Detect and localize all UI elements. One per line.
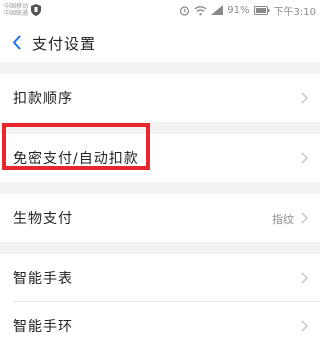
alarm-icon [180, 5, 190, 16]
battery-percent: 91% [227, 4, 250, 16]
chevron-right-icon [301, 152, 308, 164]
battery-icon [253, 5, 270, 15]
setting-row-smart-watch[interactable]: 智能手表 [0, 254, 320, 302]
section-gap [0, 62, 320, 74]
setting-label: 智能手环 [13, 319, 73, 335]
setting-label: 智能手表 [13, 271, 73, 287]
chevron-right-icon [301, 212, 308, 224]
back-button[interactable] [5, 29, 27, 55]
settings-list: 扣款顺序 免密支付/自动扣款 生物支付 指纹 智能手表 智能手环 [0, 74, 320, 350]
section-gap [0, 122, 320, 134]
setting-row-deduction-order[interactable]: 扣款顺序 [0, 74, 320, 122]
setting-row-smart-band[interactable]: 智能手环 [0, 302, 320, 350]
clock: 下午3:10 [273, 6, 316, 18]
shield-icon [31, 4, 41, 16]
setting-label: 生物支付 [13, 211, 73, 227]
carrier-primary: 中国移动 [4, 3, 29, 10]
section-gap [0, 182, 320, 194]
chevron-right-icon [301, 320, 308, 332]
chevron-right-icon [301, 92, 308, 104]
chevron-left-icon [12, 35, 20, 49]
page-title: 支付设置 [32, 35, 97, 53]
setting-row-biometric-payment[interactable]: 生物支付 指纹 [0, 194, 320, 242]
carrier-secondary: 中国联通 [4, 10, 29, 17]
section-gap [0, 242, 320, 254]
signal-icon [211, 5, 224, 15]
setting-label: 扣款顺序 [13, 91, 73, 107]
wifi-icon [194, 5, 207, 15]
navigation-bar: 支付设置 [0, 22, 320, 62]
status-bar: 中国移动 中国联通 91% 下午3:10 [0, 0, 320, 22]
setting-row-password-free-payment[interactable]: 免密支付/自动扣款 [0, 134, 320, 182]
setting-label: 免密支付/自动扣款 [13, 151, 139, 167]
setting-value: 指纹 [272, 213, 294, 226]
chevron-right-icon [301, 272, 308, 284]
status-icons: 91% 下午3:10 [179, 3, 316, 18]
